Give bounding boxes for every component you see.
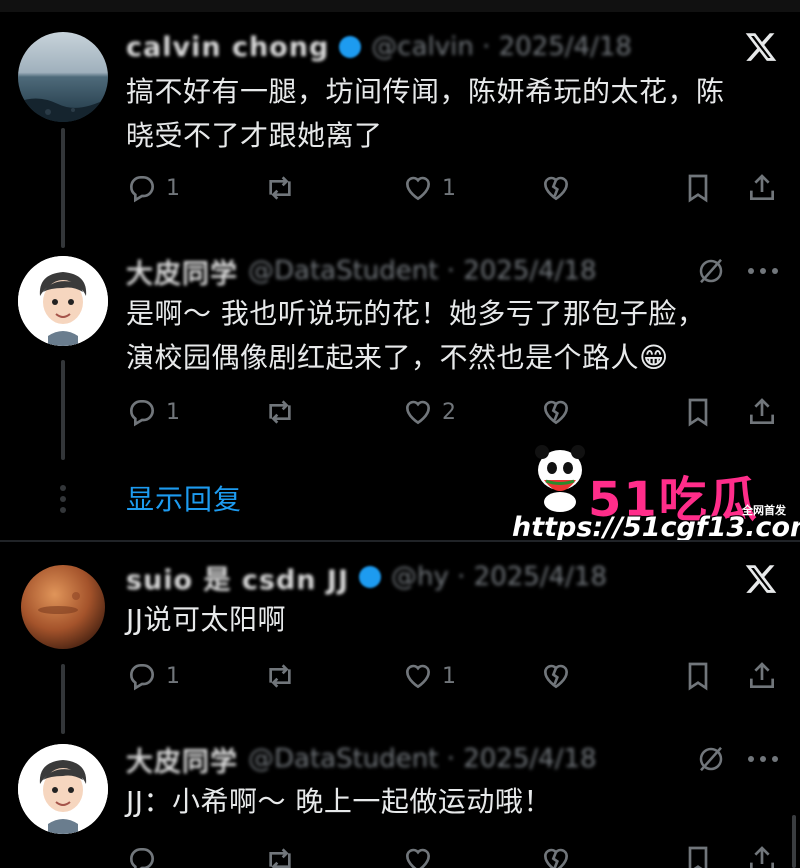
- repost-icon: [269, 176, 291, 200]
- post-text: 搞不好有一腿，坊间传闻，陈妍希玩的太花，陈 晓受不了才跟她离了: [126, 75, 725, 152]
- post-header: calvin chong @calvin · 2025/4/18: [126, 30, 632, 64]
- scrollbar[interactable]: [792, 815, 796, 868]
- author-handle-date: @calvin · 2025/4/18: [371, 32, 632, 62]
- mars-avatar[interactable]: [18, 562, 108, 652]
- repost-button[interactable]: [264, 168, 296, 208]
- reply-count: 1: [166, 663, 180, 689]
- thread-line: [61, 360, 65, 460]
- post-text: 是啊～ 我也听说玩的花！她多亏了那包子脸， 演校园偶像剧红起来了，不然也是个路人…: [126, 297, 706, 374]
- like-count: 1: [442, 175, 456, 201]
- reply-icon: [130, 400, 154, 427]
- broken-heart-icon: [543, 664, 569, 689]
- action-bar: 1 1: [126, 656, 786, 696]
- dislike-button[interactable]: [540, 392, 572, 432]
- panda-mascot-icon: [535, 445, 585, 512]
- reply-count: 1: [166, 175, 180, 201]
- heart-icon: [405, 848, 431, 868]
- thread-line: [61, 664, 65, 734]
- dislike-button[interactable]: [540, 656, 572, 696]
- bookmark-icon: [688, 174, 708, 203]
- watermark: 51吃瓜 全网首发 https://51cgf13.com: [510, 440, 800, 545]
- bookmark-button[interactable]: [682, 840, 714, 868]
- reply-button[interactable]: 1: [126, 168, 180, 208]
- bookmark-icon: [688, 398, 708, 427]
- author-name[interactable]: calvin chong: [126, 32, 329, 63]
- bookmark-button[interactable]: [682, 168, 714, 208]
- more-options-icon[interactable]: [746, 266, 780, 276]
- watermark-url: https://51cgf13.com: [512, 512, 800, 543]
- status-bar-strip: [0, 0, 800, 12]
- share-icon: [750, 662, 774, 688]
- broken-heart-icon: [543, 176, 569, 201]
- author-handle-date: @DataStudent · 2025/4/18: [248, 256, 597, 286]
- author-name[interactable]: 大皮同学: [126, 740, 238, 779]
- broken-heart-icon: [543, 848, 569, 868]
- share-icon: [750, 174, 774, 200]
- action-bar: [126, 840, 786, 868]
- x-logo-icon[interactable]: [744, 30, 778, 64]
- share-button[interactable]: [746, 168, 778, 208]
- bookmark-button[interactable]: [682, 656, 714, 696]
- thread-line: [61, 128, 65, 248]
- author-name[interactable]: suio 是 csdn JJ: [126, 558, 349, 597]
- author-handle-date: @hy · 2025/4/18: [391, 562, 607, 592]
- verified-badge-icon: [339, 36, 362, 58]
- like-button[interactable]: [402, 840, 434, 868]
- dislike-button[interactable]: [540, 168, 572, 208]
- reply-button[interactable]: 1: [126, 392, 180, 432]
- like-count: 2: [442, 399, 456, 425]
- cartoon-boy-avatar[interactable]: [18, 744, 108, 834]
- post-text: JJ说可太阳啊: [126, 603, 287, 636]
- share-button[interactable]: [746, 656, 778, 696]
- like-button[interactable]: 1: [402, 168, 456, 208]
- x-logo-icon[interactable]: [744, 562, 778, 596]
- section-divider: [0, 540, 800, 542]
- repost-button[interactable]: [264, 392, 296, 432]
- post-header: 大皮同学 @DataStudent · 2025/4/18: [126, 740, 597, 779]
- repost-icon: [269, 664, 291, 688]
- post-text: JJ：小希啊～ 晚上一起做运动哦！: [126, 785, 552, 818]
- share-icon: [750, 846, 774, 868]
- reply-icon: [130, 664, 154, 691]
- post-header: suio 是 csdn JJ @hy · 2025/4/18: [126, 558, 607, 597]
- sea-avatar[interactable]: [18, 32, 108, 122]
- heart-icon: [405, 664, 431, 689]
- bookmark-icon: [688, 662, 708, 691]
- share-icon: [750, 398, 774, 424]
- like-button[interactable]: 1: [402, 656, 456, 696]
- grok-icon[interactable]: [696, 256, 726, 286]
- reply-thread-screen: calvin chong @calvin · 2025/4/18 搞不好有一腿，…: [0, 0, 800, 868]
- repost-button[interactable]: [264, 840, 296, 868]
- grok-icon[interactable]: [696, 744, 726, 774]
- show-replies-link[interactable]: 显示回复: [126, 478, 242, 518]
- share-button[interactable]: [746, 392, 778, 432]
- reply-count: 1: [166, 399, 180, 425]
- cartoon-boy-avatar[interactable]: [18, 256, 108, 346]
- repost-icon: [269, 400, 291, 424]
- like-button[interactable]: 2: [402, 392, 456, 432]
- bookmark-button[interactable]: [682, 392, 714, 432]
- author-handle-date: @DataStudent · 2025/4/18: [248, 744, 597, 774]
- like-count: 1: [442, 663, 456, 689]
- dislike-button[interactable]: [540, 840, 572, 868]
- repost-icon: [269, 848, 291, 868]
- share-button[interactable]: [746, 840, 778, 868]
- verified-badge-icon: [359, 566, 382, 588]
- reply-button[interactable]: 1: [126, 656, 180, 696]
- author-name[interactable]: 大皮同学: [126, 252, 238, 291]
- heart-icon: [405, 176, 431, 201]
- action-bar: 1 2: [126, 392, 786, 432]
- broken-heart-icon: [543, 400, 569, 425]
- heart-icon: [405, 400, 431, 425]
- more-options-icon[interactable]: [746, 754, 780, 764]
- repost-button[interactable]: [264, 656, 296, 696]
- more-replies-dots-icon: [60, 485, 66, 513]
- action-bar: 1 1: [126, 168, 786, 208]
- reply-icon: [130, 176, 154, 203]
- reply-button[interactable]: [126, 840, 158, 868]
- post-header: 大皮同学 @DataStudent · 2025/4/18: [126, 252, 597, 291]
- reply-icon: [130, 848, 154, 868]
- bookmark-icon: [688, 846, 708, 868]
